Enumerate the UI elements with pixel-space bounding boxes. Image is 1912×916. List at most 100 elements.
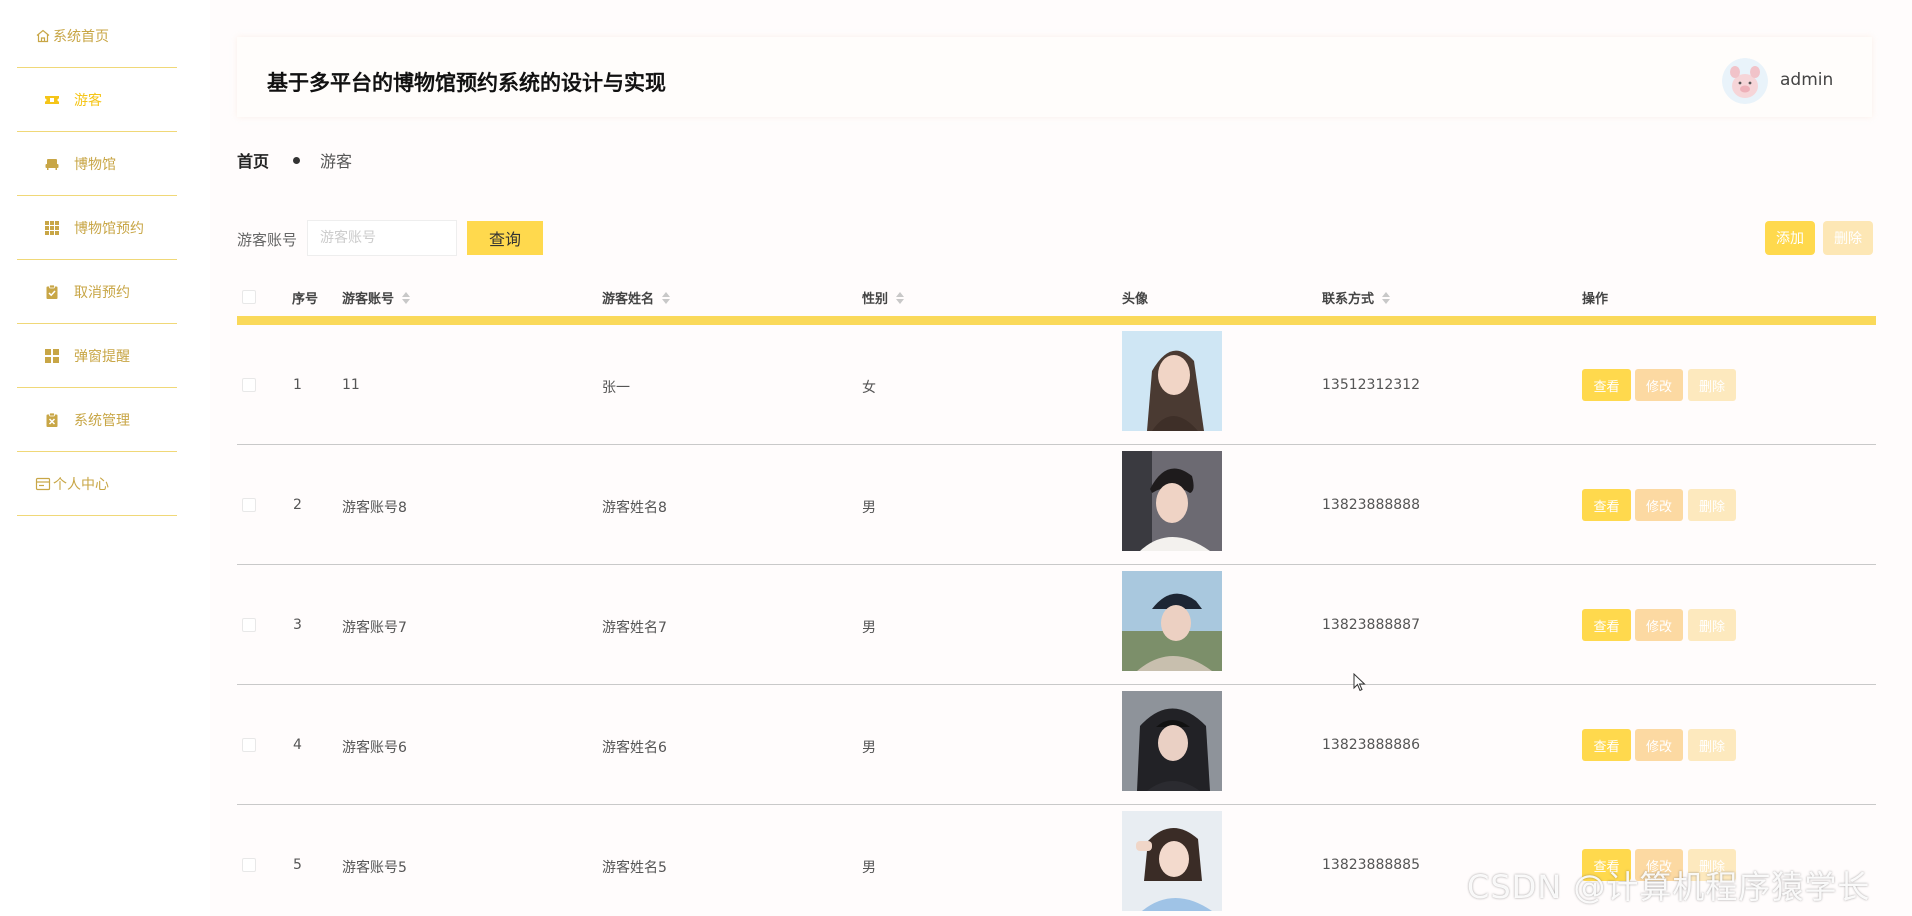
breadcrumb-home[interactable]: 首页	[237, 148, 269, 172]
cell-phone: 13823888887	[1322, 617, 1420, 633]
table-row: 4 游客账号6 游客姓名6 男 13823888886 查看 修改 删除	[237, 685, 1876, 805]
sidebar: 系统首页 游客 博物馆 博物馆预约 取消预约 弹窗提醒 系统管理 个人中心	[0, 0, 210, 916]
avatar-photo	[1122, 811, 1222, 911]
column-header-label: 游客账号	[342, 292, 395, 307]
edit-button[interactable]: 修改	[1635, 369, 1683, 401]
cell-index: 1	[293, 377, 302, 393]
table-row: 2 游客账号8 游客姓名8 男 13823888888 查看 修改 删除	[237, 445, 1876, 565]
column-header-label: 联系方式	[1322, 292, 1375, 307]
clipboard-check-icon	[44, 284, 60, 300]
sidebar-item-personal-center[interactable]: 个人中心	[17, 452, 177, 516]
sidebar-item-visitor[interactable]: 游客	[17, 68, 177, 132]
cell-index: 5	[293, 857, 302, 873]
column-header-phone[interactable]: 联系方式	[1322, 288, 1391, 307]
delete-button[interactable]: 删除	[1688, 369, 1736, 401]
sort-icon[interactable]	[662, 291, 671, 304]
row-checkbox[interactable]	[242, 378, 256, 392]
query-button[interactable]: 查询	[467, 221, 543, 255]
sidebar-item-popup-reminder[interactable]: 弹窗提醒	[17, 324, 177, 388]
delete-button[interactable]: 删除	[1688, 729, 1736, 761]
sidebar-item-label: 博物馆	[74, 156, 116, 173]
cell-account: 11	[342, 377, 360, 393]
cell-name: 张一	[602, 380, 630, 396]
avatar-photo	[1122, 451, 1222, 551]
avatar-photo	[1122, 691, 1222, 791]
search-label: 游客账号	[237, 231, 298, 249]
table-row: 1 11 张一 女 13512312312 查看 修改 删除	[237, 325, 1876, 445]
clipboard-x-icon	[44, 412, 60, 428]
edit-button[interactable]: 修改	[1635, 489, 1683, 521]
page-title: 基于多平台的博物馆预约系统的设计与实现	[267, 71, 666, 95]
row-checkbox[interactable]	[242, 618, 256, 632]
sidebar-item-cancel-booking[interactable]: 取消预约	[17, 260, 177, 324]
cell-name: 游客姓名6	[602, 740, 667, 756]
column-header-account[interactable]: 游客账号	[342, 288, 411, 307]
table-row: 3 游客账号7 游客姓名7 男 13823888887 查看 修改 删除	[237, 565, 1876, 685]
view-button[interactable]: 查看	[1582, 609, 1631, 641]
avatar[interactable]	[1722, 58, 1768, 104]
column-header-avatar: 头像	[1122, 288, 1148, 307]
column-header-name[interactable]: 游客姓名	[602, 288, 671, 307]
view-button[interactable]: 查看	[1582, 489, 1631, 521]
edit-button[interactable]: 修改	[1635, 729, 1683, 761]
sidebar-item-system-management[interactable]: 系统管理	[17, 388, 177, 452]
sidebar-item-label: 取消预约	[74, 284, 130, 301]
sidebar-item-label: 系统管理	[74, 412, 130, 429]
column-header-label: 操作	[1582, 292, 1609, 307]
ticket-icon	[44, 92, 60, 108]
row-checkbox[interactable]	[242, 738, 256, 752]
cell-gender: 女	[862, 380, 876, 396]
cell-index: 3	[293, 617, 302, 633]
window-icon	[35, 476, 51, 492]
column-header-label: 游客姓名	[602, 292, 655, 307]
watermark: CSDN @计算机程序猿学长	[1467, 868, 1871, 906]
mouse-cursor-icon	[1353, 672, 1367, 693]
delete-button[interactable]: 删除	[1688, 609, 1736, 641]
row-checkbox[interactable]	[242, 498, 256, 512]
top-header: 基于多平台的博物馆预约系统的设计与实现 admin	[237, 37, 1872, 117]
sidebar-item-home[interactable]: 系统首页	[17, 4, 177, 68]
sidebar-menu: 系统首页 游客 博物馆 博物馆预约 取消预约 弹窗提醒 系统管理 个人中心	[17, 4, 177, 516]
table-header-bar	[237, 316, 1876, 325]
select-all-checkbox[interactable]	[242, 290, 256, 304]
cell-gender: 男	[862, 500, 876, 516]
sidebar-item-museum[interactable]: 博物馆	[17, 132, 177, 196]
cell-phone: 13512312312	[1322, 377, 1420, 393]
column-header-actions: 操作	[1582, 288, 1608, 307]
sidebar-item-label: 游客	[74, 92, 102, 109]
account-search-input[interactable]	[307, 220, 457, 256]
row-checkbox[interactable]	[242, 858, 256, 872]
column-header-label: 性别	[862, 292, 889, 307]
add-button[interactable]: 添加	[1765, 221, 1815, 255]
cell-account: 游客账号6	[342, 740, 407, 756]
edit-button[interactable]: 修改	[1635, 609, 1683, 641]
cell-name: 游客姓名5	[602, 860, 667, 876]
breadcrumb-current: 游客	[320, 152, 353, 171]
cell-index: 4	[293, 737, 302, 753]
cell-index: 2	[293, 497, 302, 513]
column-header-label: 序号	[292, 292, 319, 307]
username[interactable]: admin	[1780, 70, 1833, 90]
avatar-photo	[1122, 331, 1222, 431]
sidebar-item-label: 博物馆预约	[74, 220, 144, 237]
view-button[interactable]: 查看	[1582, 369, 1631, 401]
cell-account: 游客账号8	[342, 500, 407, 516]
sidebar-item-label: 系统首页	[53, 28, 109, 45]
cell-name: 游客姓名8	[602, 500, 667, 516]
cell-gender: 男	[862, 860, 876, 876]
table-header: 序号 游客账号 游客姓名 性别 头像 联系方式 操作	[237, 280, 1876, 316]
column-header-label: 头像	[1122, 292, 1149, 307]
cell-phone: 13823888886	[1322, 737, 1420, 753]
couch-icon	[44, 156, 60, 172]
delete-button[interactable]: 删除	[1688, 489, 1736, 521]
sidebar-item-museum-booking[interactable]: 博物馆预约	[17, 196, 177, 260]
sort-icon[interactable]	[402, 291, 411, 304]
bulk-delete-button[interactable]: 删除	[1823, 221, 1873, 255]
grid-icon	[44, 220, 60, 236]
sort-icon[interactable]	[896, 291, 905, 304]
column-header-gender[interactable]: 性别	[862, 288, 905, 307]
cell-gender: 男	[862, 740, 876, 756]
column-header-index: 序号	[292, 288, 318, 307]
view-button[interactable]: 查看	[1582, 729, 1631, 761]
sort-icon[interactable]	[1382, 291, 1391, 304]
